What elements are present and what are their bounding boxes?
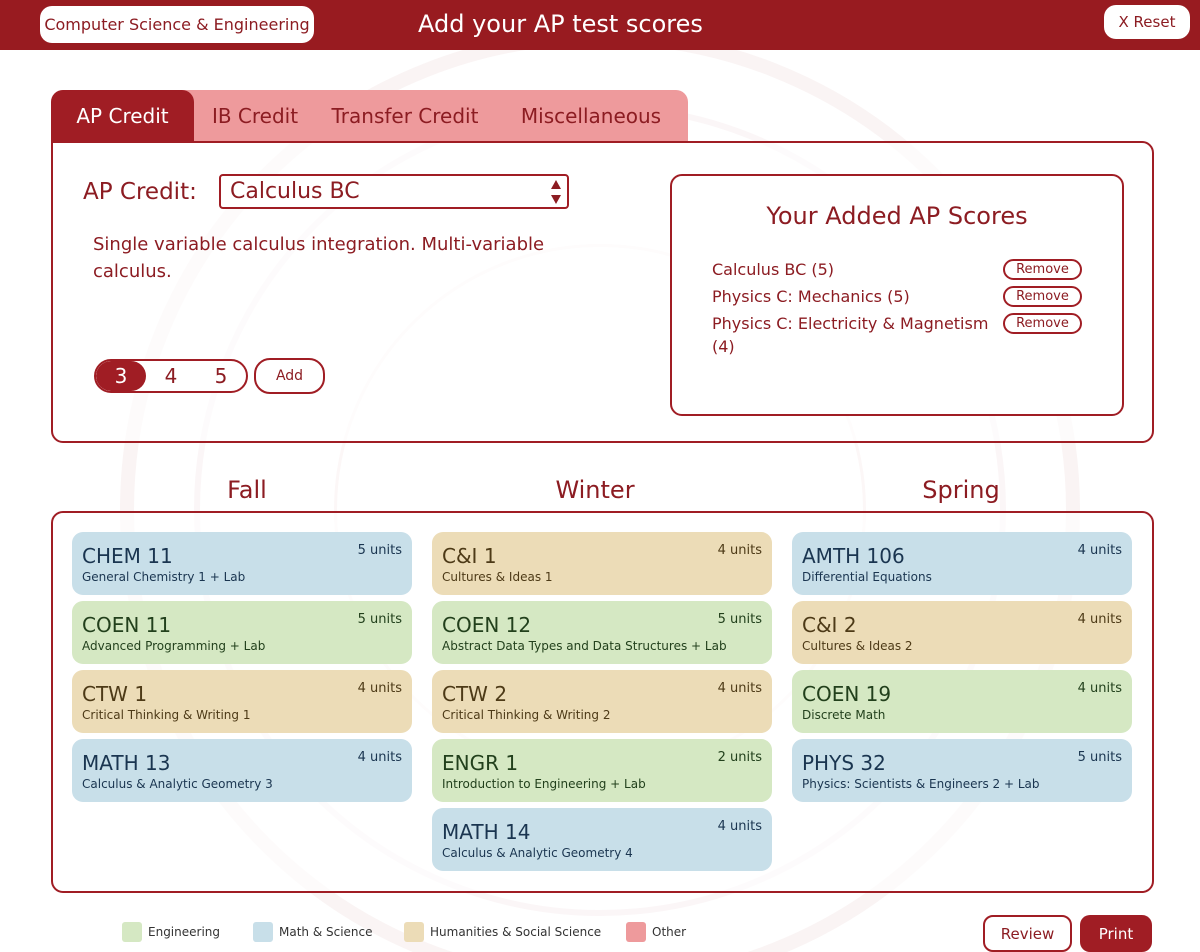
course-units: 5 units bbox=[357, 543, 402, 558]
added-scores-title: Your Added AP Scores bbox=[766, 202, 1028, 230]
legend-humanities: Humanities & Social Science bbox=[404, 922, 601, 942]
course-units: 5 units bbox=[717, 612, 762, 627]
course-card[interactable]: COEN 11 Advanced Programming + Lab 5 uni… bbox=[72, 601, 412, 664]
score-option-5[interactable]: 5 bbox=[196, 361, 246, 391]
course-name: Physics: Scientists & Engineers 2 + Lab bbox=[802, 777, 1040, 791]
quarter-title-spring: Spring bbox=[922, 476, 1000, 504]
legend-other: Other bbox=[626, 922, 686, 942]
course-name: Advanced Programming + Lab bbox=[82, 639, 266, 653]
review-button[interactable]: Review bbox=[983, 915, 1072, 952]
quarter-schedule: CHEM 11 General Chemistry 1 + Lab 5 unit… bbox=[51, 511, 1154, 893]
course-card[interactable]: CTW 1 Critical Thinking & Writing 1 4 un… bbox=[72, 670, 412, 733]
course-card[interactable]: CHEM 11 General Chemistry 1 + Lab 5 unit… bbox=[72, 532, 412, 595]
course-card[interactable]: C&I 1 Cultures & Ideas 1 4 units bbox=[432, 532, 772, 595]
course-units: 2 units bbox=[717, 750, 762, 765]
course-name: Critical Thinking & Writing 1 bbox=[82, 708, 251, 722]
add-score-button[interactable]: Add bbox=[254, 358, 325, 394]
course-code: AMTH 106 bbox=[802, 544, 905, 568]
legend-label: Humanities & Social Science bbox=[430, 925, 602, 939]
course-card[interactable]: ENGR 1 Introduction to Engineering + Lab… bbox=[432, 739, 772, 802]
course-name: Cultures & Ideas 1 bbox=[442, 570, 553, 584]
course-card[interactable]: AMTH 106 Differential Equations 4 units bbox=[792, 532, 1132, 595]
major-selector-button[interactable]: Computer Science & Engineering bbox=[40, 6, 314, 43]
added-score-name: Physics C: Mechanics (5) bbox=[712, 287, 910, 306]
print-button[interactable]: Print bbox=[1080, 915, 1152, 952]
tab-ap-credit[interactable]: AP Credit bbox=[51, 90, 194, 141]
course-units: 4 units bbox=[717, 681, 762, 696]
quarter-title-winter: Winter bbox=[555, 476, 635, 504]
course-card[interactable]: COEN 12 Abstract Data Types and Data Str… bbox=[432, 601, 772, 664]
ap-credit-panel: AP Credit: Calculus BC Single variable c… bbox=[51, 141, 1154, 443]
legend-label: Other bbox=[652, 925, 687, 939]
remove-score-button[interactable]: Remove bbox=[1003, 259, 1082, 280]
legend-swatch bbox=[404, 922, 424, 942]
legend-label: Math & Science bbox=[279, 925, 373, 939]
legend-engineering: Engineering bbox=[122, 922, 220, 942]
course-units: 4 units bbox=[717, 819, 762, 834]
course-card[interactable]: PHYS 32 Physics: Scientists & Engineers … bbox=[792, 739, 1132, 802]
course-code: CTW 1 bbox=[82, 682, 148, 706]
course-card[interactable]: MATH 13 Calculus & Analytic Geometry 3 4… bbox=[72, 739, 412, 802]
course-code: MATH 14 bbox=[442, 820, 531, 844]
course-code: C&I 2 bbox=[802, 613, 857, 637]
course-card[interactable]: CTW 2 Critical Thinking & Writing 2 4 un… bbox=[432, 670, 772, 733]
course-units: 4 units bbox=[357, 681, 402, 696]
tab-ib-credit[interactable]: IB Credit bbox=[194, 90, 316, 141]
course-units: 4 units bbox=[717, 543, 762, 558]
course-name: Abstract Data Types and Data Structures … bbox=[442, 639, 727, 653]
course-code: PHYS 32 bbox=[802, 751, 886, 775]
ap-exam-description: Single variable calculus integration. Mu… bbox=[93, 234, 545, 282]
added-score-name: Calculus BC (5) bbox=[712, 260, 834, 279]
reset-button[interactable]: X Reset bbox=[1104, 5, 1190, 39]
legend-swatch bbox=[253, 922, 273, 942]
score-option-3[interactable]: 3 bbox=[96, 361, 146, 391]
course-name: General Chemistry 1 + Lab bbox=[82, 570, 246, 584]
course-card[interactable]: MATH 14 Calculus & Analytic Geometry 4 4… bbox=[432, 808, 772, 871]
course-code: COEN 19 bbox=[802, 682, 892, 706]
legend-math-science: Math & Science bbox=[253, 922, 373, 942]
added-score-name: Physics C: Electricity & Magnetism (4) bbox=[712, 314, 989, 356]
quarter-title-fall: Fall bbox=[227, 476, 267, 504]
page-title: Add your AP test scores bbox=[418, 10, 703, 38]
course-code: COEN 11 bbox=[82, 613, 172, 637]
tab-transfer-credit[interactable]: Transfer Credit bbox=[316, 90, 494, 141]
tab-miscellaneous[interactable]: Miscellaneous bbox=[494, 90, 688, 141]
course-code: CHEM 11 bbox=[82, 544, 173, 568]
legend-label: Engineering bbox=[148, 925, 220, 939]
legend-swatch bbox=[122, 922, 142, 942]
course-card[interactable]: COEN 19 Discrete Math 4 units bbox=[792, 670, 1132, 733]
course-name: Introduction to Engineering + Lab bbox=[442, 777, 646, 791]
course-units: 4 units bbox=[1077, 681, 1122, 696]
ap-exam-select[interactable]: Calculus BC bbox=[219, 174, 569, 209]
course-name: Calculus & Analytic Geometry 3 bbox=[82, 777, 273, 791]
course-units: 5 units bbox=[1077, 750, 1122, 765]
course-name: Cultures & Ideas 2 bbox=[802, 639, 913, 653]
top-bar: Computer Science & Engineering Add your … bbox=[0, 0, 1200, 50]
ap-exam-selected-value: Calculus BC bbox=[230, 179, 360, 204]
added-scores-box: Your Added AP Scores Calculus BC (5) Rem… bbox=[670, 174, 1124, 416]
course-units: 4 units bbox=[357, 750, 402, 765]
course-name: Calculus & Analytic Geometry 4 bbox=[442, 846, 633, 860]
ap-credit-label: AP Credit: bbox=[83, 179, 197, 205]
course-code: C&I 1 bbox=[442, 544, 497, 568]
course-code: COEN 12 bbox=[442, 613, 532, 637]
remove-score-button[interactable]: Remove bbox=[1003, 286, 1082, 307]
score-option-4[interactable]: 4 bbox=[146, 361, 196, 391]
course-code: MATH 13 bbox=[82, 751, 171, 775]
course-name: Discrete Math bbox=[802, 708, 886, 722]
course-code: CTW 2 bbox=[442, 682, 508, 706]
credit-tabs: AP Credit IB Credit Transfer Credit Misc… bbox=[51, 90, 688, 141]
course-name: Critical Thinking & Writing 2 bbox=[442, 708, 611, 722]
course-code: ENGR 1 bbox=[442, 751, 519, 775]
select-arrows-icon bbox=[550, 180, 562, 204]
course-name: Differential Equations bbox=[802, 570, 932, 584]
course-units: 4 units bbox=[1077, 543, 1122, 558]
course-units: 4 units bbox=[1077, 612, 1122, 627]
course-units: 5 units bbox=[357, 612, 402, 627]
score-selector: 3 4 5 bbox=[94, 359, 248, 393]
legend-swatch bbox=[626, 922, 646, 942]
remove-score-button[interactable]: Remove bbox=[1003, 313, 1082, 334]
course-card[interactable]: C&I 2 Cultures & Ideas 2 4 units bbox=[792, 601, 1132, 664]
